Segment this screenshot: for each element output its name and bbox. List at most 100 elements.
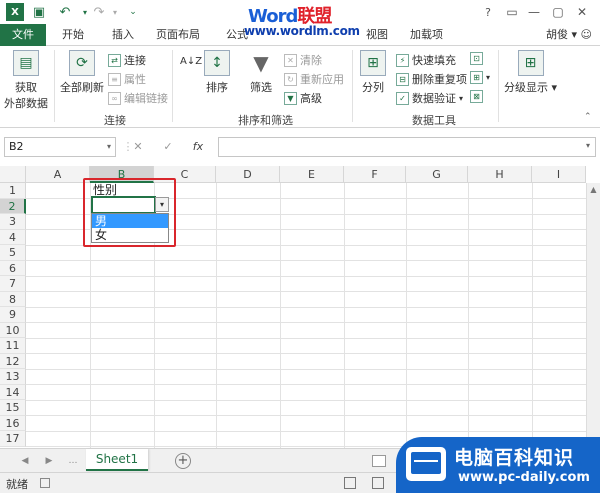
what-if-button[interactable]: ⊠: [470, 90, 486, 103]
column-header-f[interactable]: F: [344, 166, 406, 183]
row-header-7[interactable]: 7: [0, 276, 26, 292]
collapse-ribbon-icon[interactable]: ⌃: [584, 112, 592, 122]
worksheet-grid[interactable]: A B C D E F G H I 1 2 3 4 5 6 7 8 9 10 1…: [0, 166, 600, 448]
row-header-17[interactable]: 17: [0, 431, 26, 447]
row-header-13[interactable]: 13: [0, 369, 26, 385]
reapply-icon: ↻: [284, 72, 297, 86]
edit-links-button[interactable]: ∞ 编辑链接: [108, 90, 168, 106]
macro-record-icon[interactable]: [40, 478, 50, 488]
sheet-tab-sheet1[interactable]: Sheet1: [86, 449, 148, 471]
text-to-columns-button[interactable]: ⊞ 分列: [360, 50, 386, 95]
add-sheet-button[interactable]: +: [175, 453, 191, 469]
column-header-d[interactable]: D: [216, 166, 280, 183]
connections-button[interactable]: ⇄ 连接: [108, 52, 146, 68]
row-header-14[interactable]: 14: [0, 384, 26, 400]
horizontal-scroll-left-icon[interactable]: [372, 455, 386, 467]
row-header-1[interactable]: 1: [0, 183, 26, 199]
normal-view-icon[interactable]: [344, 477, 356, 489]
data-validation-icon: ✓: [396, 91, 409, 105]
undo-icon[interactable]: ↶: [56, 3, 74, 21]
row-header-3[interactable]: 3: [0, 214, 26, 230]
sort-icon: ↕: [204, 50, 230, 76]
tab-page-layout[interactable]: 页面布局: [152, 24, 204, 46]
brand-url: www.pc-daily.com: [458, 470, 590, 485]
get-external-data-button[interactable]: ▤ 获取 外部数据: [4, 50, 48, 111]
maximize-icon[interactable]: ▢: [548, 2, 568, 22]
properties-icon: ≡: [108, 72, 121, 86]
highlight-annotation-box: [83, 178, 176, 247]
insert-function-icon[interactable]: fx: [188, 137, 208, 157]
tab-insert[interactable]: 插入: [108, 24, 138, 46]
clear-filter-icon: ✕: [284, 53, 297, 67]
filter-button[interactable]: ▼ 筛选: [248, 50, 274, 95]
refresh-icon: ⟳: [69, 50, 95, 76]
group-label-data-tools: 数据工具: [412, 114, 456, 127]
column-header-e[interactable]: E: [280, 166, 344, 183]
group-label-connections: 连接: [104, 114, 126, 127]
column-header-h[interactable]: H: [468, 166, 532, 183]
sort-az-button[interactable]: A↓Z: [180, 56, 202, 67]
sheet-tabs-more-icon[interactable]: …: [66, 453, 80, 469]
name-box[interactable]: B2 ▾: [4, 137, 116, 157]
tab-home[interactable]: 开始: [58, 24, 88, 46]
outline-button[interactable]: ⊞ 分级显示 ▾: [504, 50, 557, 95]
redo-dropdown-icon[interactable]: ▾: [106, 3, 124, 21]
scroll-up-icon[interactable]: ▲: [587, 183, 600, 196]
tab-view[interactable]: 视图: [362, 24, 392, 46]
group-label-sort-filter: 排序和筛选: [238, 114, 293, 127]
name-box-dropdown-icon: ▾: [107, 142, 112, 151]
tab-file[interactable]: 文件: [0, 24, 46, 46]
cancel-icon[interactable]: ✕: [128, 137, 148, 157]
save-icon[interactable]: ▣: [30, 3, 48, 21]
properties-button[interactable]: ≡ 属性: [108, 71, 146, 87]
reapply-button[interactable]: ↻ 重新应用: [284, 71, 344, 87]
page-layout-view-icon[interactable]: [372, 477, 384, 489]
refresh-all-button[interactable]: ⟳ 全部刷新: [60, 50, 104, 95]
status-ready: 就绪: [6, 478, 28, 491]
formula-bar: B2 ▾ ⋮ ✕ ✓ fx ▾: [0, 134, 600, 160]
ribbon-data-tab: ▤ 获取 外部数据 ⟳ 全部刷新 ⇄ 连接 ≡ 属性 ∞ 编辑链接 连接 A↓Z ↕ …: [0, 46, 600, 128]
formula-input[interactable]: [218, 137, 596, 157]
relationships-button[interactable]: ⊞ ▾: [470, 71, 490, 84]
remove-duplicates-icon: ⊟: [396, 72, 409, 86]
data-validation-button[interactable]: ✓ 数据验证 ▾: [396, 90, 463, 106]
row-header-6[interactable]: 6: [0, 260, 26, 276]
tab-addins[interactable]: 加载项: [406, 24, 447, 46]
consolidate-button[interactable]: ⊡: [470, 52, 486, 65]
flash-fill-button[interactable]: ⚡ 快速填充: [396, 52, 456, 68]
relationships-icon: ⊞: [470, 71, 483, 84]
row-header-10[interactable]: 10: [0, 322, 26, 338]
row-header-15[interactable]: 15: [0, 400, 26, 416]
edit-links-icon: ∞: [108, 91, 121, 105]
row-header-4[interactable]: 4: [0, 229, 26, 245]
expand-formula-bar-icon[interactable]: ▾: [586, 141, 590, 150]
help-button[interactable]: ?: [478, 2, 498, 22]
brand-watermark: 电脑百科知识 www.pc-daily.com: [396, 437, 600, 493]
next-sheet-icon[interactable]: ▶: [42, 453, 56, 469]
row-header-2[interactable]: 2: [0, 198, 26, 214]
row-header-9[interactable]: 9: [0, 307, 26, 323]
row-header-16[interactable]: 16: [0, 415, 26, 431]
row-header-12[interactable]: 12: [0, 353, 26, 369]
row-header-8[interactable]: 8: [0, 291, 26, 307]
row-header-5[interactable]: 5: [0, 245, 26, 261]
column-header-g[interactable]: G: [406, 166, 468, 183]
sort-button[interactable]: ↕ 排序: [204, 50, 230, 95]
row-header-11[interactable]: 11: [0, 338, 26, 354]
select-all-corner[interactable]: [0, 166, 26, 183]
minimize-icon[interactable]: —: [524, 2, 544, 22]
remove-duplicates-button[interactable]: ⊟ 删除重复项: [396, 71, 467, 87]
close-icon[interactable]: ✕: [572, 2, 592, 22]
vertical-scrollbar[interactable]: ▲ ▼: [586, 183, 600, 448]
column-header-a[interactable]: A: [26, 166, 90, 183]
enter-icon[interactable]: ✓: [158, 137, 178, 157]
prev-sheet-icon[interactable]: ◀: [18, 453, 32, 469]
advanced-filter-button[interactable]: ▼ 高级: [284, 90, 322, 106]
user-account[interactable]: 胡俊 ▾ ☺: [546, 24, 592, 46]
column-header-i[interactable]: I: [532, 166, 586, 183]
clear-button[interactable]: ✕ 清除: [284, 52, 322, 68]
ribbon-display-options-icon[interactable]: ▭: [502, 2, 522, 22]
title-bar: X ▣ ↶ ▾ ↷ ▾ ⌄ Word联盟 ? ▭ — ▢ ✕: [0, 0, 600, 27]
customize-qat-icon[interactable]: ⌄: [124, 3, 142, 21]
brand-title: 电脑百科知识: [454, 447, 575, 469]
